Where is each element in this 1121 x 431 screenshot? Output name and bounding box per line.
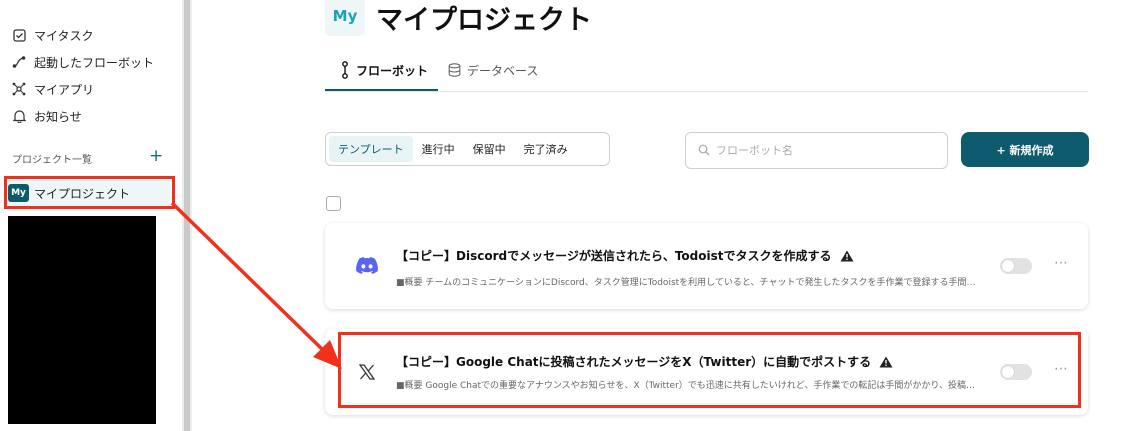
nav-notifications[interactable]: お知らせ (12, 106, 82, 126)
active-tab-indicator (325, 89, 438, 91)
nav-label: 起動したフローボット (34, 55, 155, 70)
filter-in-progress[interactable]: 進行中 (413, 136, 464, 162)
flowbot-card[interactable]: 【コピー】Google Chatに投稿されたメッセージをX（Twitter）に自… (325, 329, 1088, 415)
tab-flowbot[interactable]: フローボット (340, 60, 428, 80)
flowbot-toggle[interactable] (1000, 364, 1032, 380)
tab-label: データベース (467, 63, 539, 78)
nav-started-flowbots[interactable]: 起動したフローボット (12, 52, 154, 72)
page-title: マイプロジェクト (376, 5, 592, 36)
tab-database[interactable]: データベース (448, 60, 538, 80)
sidebar-project-my-project[interactable]: My マイプロジェクト (4, 180, 170, 206)
checkbox-icon (12, 28, 26, 42)
tab-divider (325, 91, 1088, 92)
new-create-button[interactable]: + 新規作成 (961, 132, 1089, 167)
filter-on-hold[interactable]: 保留中 (464, 136, 515, 162)
flowbot-card[interactable]: 【コピー】Discordでメッセージが送信されたら、Todoistでタスクを作成… (325, 223, 1088, 309)
more-options-icon[interactable]: ⋯ (1054, 361, 1069, 377)
status-filter-group: テンプレート 進行中 保留中 完了済み (325, 132, 610, 166)
card-title[interactable]: 【コピー】Google Chatに投稿されたメッセージをX（Twitter）に自… (396, 353, 893, 370)
card-description: ■概要 チームのコミュニケーションにDiscord、タスク管理にTodoistを… (396, 278, 976, 288)
select-all-checkbox[interactable] (326, 196, 341, 211)
apps-icon (12, 82, 26, 96)
nav-my-tasks[interactable]: マイタスク (12, 25, 94, 45)
search-input[interactable] (716, 144, 936, 157)
discord-icon (355, 253, 379, 277)
card-description: ■概要 Google Chatでの重要なアナウンスやお知らせを、X（Twitte… (396, 381, 975, 391)
filter-completed[interactable]: 完了済み (515, 136, 577, 162)
nav-my-apps[interactable]: マイアプリ (12, 79, 94, 99)
project-name: マイプロジェクト (34, 186, 131, 201)
nav-label: マイタスク (34, 28, 94, 43)
projects-section-label: プロジェクト一覧 (12, 155, 92, 166)
card-title-text: 【コピー】Discordでメッセージが送信されたら、Todoistでタスクを作成… (396, 249, 832, 263)
more-options-icon[interactable]: ⋯ (1054, 255, 1069, 271)
card-title[interactable]: 【コピー】Discordでメッセージが送信されたら、Todoistでタスクを作成… (396, 247, 854, 264)
warning-icon (840, 250, 854, 262)
warning-icon (879, 356, 893, 368)
sidebar-scrollbar-thumb[interactable] (184, 0, 190, 431)
nav-label: マイアプリ (34, 82, 95, 97)
redacted-area (8, 216, 156, 424)
bell-icon (12, 109, 26, 123)
x-twitter-icon (355, 360, 379, 384)
flow-icon (12, 55, 26, 69)
filter-template[interactable]: テンプレート (329, 136, 413, 162)
nav-label: お知らせ (34, 109, 82, 124)
main-content: My マイプロジェクト フローボット データベース テンプレート 進行中 保留中… (192, 0, 1121, 431)
add-project-button[interactable]: + (149, 146, 163, 166)
card-title-text: 【コピー】Google Chatに投稿されたメッセージをX（Twitter）に自… (396, 355, 872, 369)
database-icon (448, 63, 461, 77)
flowbot-toggle[interactable] (1000, 258, 1032, 274)
sidebar: マイタスク 起動したフローボット マイアプリ お知らせ プロジェクト一覧 + M… (0, 0, 182, 431)
project-badge: My (8, 184, 29, 202)
search-icon (698, 141, 710, 160)
tab-label: フローボット (356, 63, 429, 78)
flowbot-icon (340, 61, 350, 79)
flowbot-search[interactable] (685, 132, 948, 169)
project-title-badge: My (325, 0, 365, 36)
